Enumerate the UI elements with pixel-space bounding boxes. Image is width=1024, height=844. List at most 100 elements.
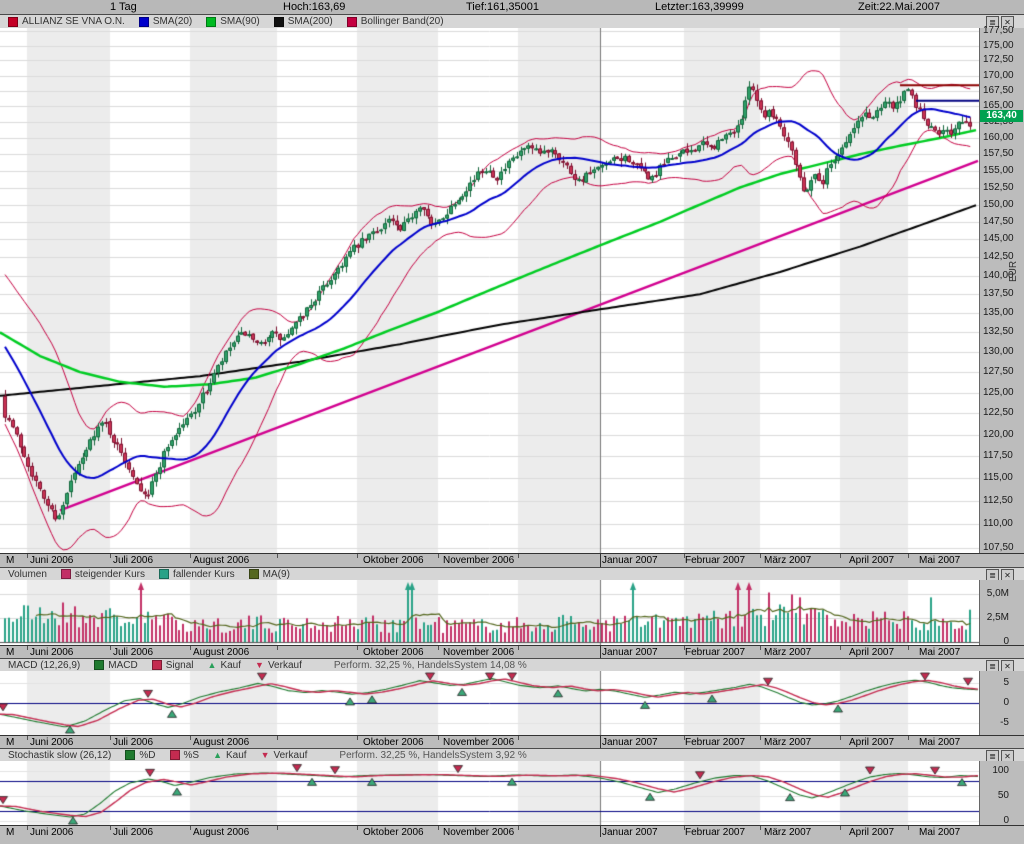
month-label: März 2007: [764, 737, 811, 748]
price-legend-item: SMA(200): [274, 16, 333, 27]
month-tick: [110, 736, 111, 740]
last-value: Letzter:163,39999: [655, 0, 744, 14]
macd-legend-marker: [94, 660, 104, 670]
month-label: April 2007: [849, 737, 894, 748]
axis-tick-label: 127,50: [983, 366, 1014, 377]
month-tick: [840, 736, 841, 740]
low-value: Tief:161,35001: [466, 0, 539, 14]
month-tick: [908, 646, 909, 650]
macd-legend-bar: MACD (12,26,9)MACDSignal▲Kauf▼VerkaufPer…: [0, 658, 1024, 671]
axis-tick-label: 147,50: [983, 216, 1014, 227]
stoch-legend-marker: ▼: [261, 751, 270, 759]
month-tick: [357, 826, 358, 830]
price-legend-marker: [274, 17, 284, 27]
axis-tick-label: 120,00: [983, 429, 1014, 440]
charting-app: { "header": { "timeframe": "1 Tag", "hoc…: [0, 0, 1024, 844]
stoch-legend-label: Kauf: [226, 750, 247, 761]
macd-legend-item: Signal: [152, 660, 194, 671]
volume-legend-title: Volumen: [8, 569, 47, 580]
price-legend-marker: [8, 17, 18, 27]
price-legend-item: SMA(90): [206, 16, 259, 27]
price-legend-bar: ALLIANZ SE VNA O.N.SMA(20)SMA(90)SMA(200…: [0, 14, 1024, 28]
year-divider: [600, 646, 601, 658]
month-tick: [518, 554, 519, 558]
month-tick: [190, 736, 191, 740]
month-tick: [684, 826, 685, 830]
month-tick: [840, 554, 841, 558]
macd-legend-label: Signal: [166, 660, 194, 671]
month-tick: [27, 554, 28, 558]
month-tick: [684, 554, 685, 558]
macd-axis: 50-5: [979, 671, 1024, 735]
month-tick: [438, 826, 439, 830]
stoch-chart-canvas[interactable]: [0, 761, 979, 825]
axis-tick-label: 177,50: [983, 25, 1014, 36]
month-tick: [760, 826, 761, 830]
month-label: Juni 2006: [30, 555, 73, 566]
month-tick: [760, 554, 761, 558]
month-label: Mai 2007: [919, 647, 960, 658]
price-xaxis-strip: MJuni 2006Juli 2006August 2006Oktober 20…: [0, 553, 1024, 567]
month-tick: [518, 826, 519, 830]
macd-legend-label: MACD: [108, 660, 137, 671]
month-label: April 2007: [849, 647, 894, 658]
month-label: Februar 2007: [685, 737, 745, 748]
stoch-legend-marker: [125, 750, 135, 760]
month-tick: [908, 554, 909, 558]
month-tick: [908, 826, 909, 830]
volume-legend-item: fallender Kurs: [159, 569, 235, 580]
volume-chart-canvas[interactable]: [0, 580, 979, 645]
axis-tick-label: 130,00: [983, 346, 1014, 357]
month-label: November 2006: [443, 737, 514, 748]
stoch-legend-bar: Stochastik slow (26,12)%D%S▲Kauf▼Verkauf…: [0, 748, 1024, 761]
month-tick: [518, 646, 519, 650]
month-tick: [190, 826, 191, 830]
axis-tick-label: 125,00: [983, 387, 1014, 398]
axis-tick-label: 172,50: [983, 54, 1014, 65]
volume-legend-marker: [249, 569, 259, 579]
volume-legend-item: steigender Kurs: [61, 569, 145, 580]
axis-tick-label: 137,50: [983, 288, 1014, 299]
month-label: Oktober 2006: [363, 737, 424, 748]
volume-legend-item: MA(9): [249, 569, 290, 580]
year-divider: [600, 554, 601, 567]
stoch-legend-marker: [170, 750, 180, 760]
axis-tick-label: 0: [1003, 697, 1009, 708]
axis-tick-label: 117,50: [983, 450, 1013, 461]
stoch-legend-label: %S: [184, 750, 200, 761]
month-tick: [277, 736, 278, 740]
month-tick: [277, 646, 278, 650]
stoch-legend-label: Verkauf: [274, 750, 308, 761]
month-label: Juli 2006: [113, 555, 153, 566]
axis-tick-label: 107,50: [983, 542, 1014, 553]
month-label: Januar 2007: [602, 555, 658, 566]
axis-tick-label: 150,00: [983, 199, 1014, 210]
volume-legend-marker: [61, 569, 71, 579]
month-tick: [760, 736, 761, 740]
month-label: M: [6, 555, 14, 566]
macd-legend-perform: Perform. 32,25 %, HandelsSystem 14,08 %: [334, 660, 527, 671]
stoch-legend-item: ▼ Verkauf: [261, 750, 308, 761]
macd-chart-canvas[interactable]: [0, 671, 979, 735]
volume-legend-bar: Volumen steigender Kurs fallender Kurs MA(9…: [0, 567, 1024, 580]
month-tick: [840, 646, 841, 650]
month-tick: [190, 554, 191, 558]
axis-tick-label: 145,00: [983, 233, 1014, 244]
stoch-legend-perform: Perform. 32,25 %, HandelsSystem 3,92 %: [339, 750, 526, 761]
month-tick: [357, 554, 358, 558]
stoch-legend-label: %D: [139, 750, 155, 761]
price-chart-canvas[interactable]: [0, 28, 979, 553]
axis-tick-label: 110,00: [983, 518, 1013, 529]
month-tick: [277, 826, 278, 830]
price-legend-label: SMA(200): [288, 16, 333, 27]
month-label: August 2006: [193, 555, 249, 566]
axis-tick-label: 100: [992, 765, 1009, 776]
price-legend-item: SMA(20): [139, 16, 192, 27]
price-legend-label: SMA(90): [220, 16, 259, 27]
macd-legend-item: MACD: [94, 660, 137, 671]
price-axis: 177,50175,00172,50170,00167,50165,00162,…: [979, 28, 1024, 553]
macd-legend-marker: ▼: [255, 661, 264, 669]
price-legend-item: Bollinger Band(20): [347, 16, 444, 27]
year-divider: [600, 736, 601, 748]
volume-legend-label: steigender Kurs: [75, 569, 145, 580]
